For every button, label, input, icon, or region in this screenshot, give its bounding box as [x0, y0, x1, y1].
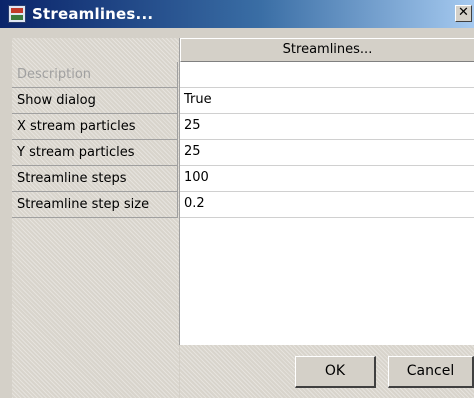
property-row-streamline-steps[interactable]: Streamline steps 100 [12, 166, 474, 192]
cancel-button[interactable]: Cancel [388, 356, 474, 388]
property-value-field[interactable]: 100 [180, 166, 474, 192]
property-value-field[interactable]: 25 [180, 140, 474, 166]
property-label: Description [12, 62, 178, 88]
property-value-field[interactable]: 25 [180, 114, 474, 140]
property-row-x-stream-particles[interactable]: X stream particles 25 [12, 114, 474, 140]
property-label: Y stream particles [12, 140, 178, 166]
property-value-field[interactable]: True [180, 88, 474, 114]
property-value-field[interactable]: 0.2 [180, 192, 474, 218]
property-label: Streamline steps [12, 166, 178, 192]
property-row-y-stream-particles[interactable]: Y stream particles 25 [12, 140, 474, 166]
app-icon [8, 5, 26, 23]
close-icon[interactable]: ✕ [455, 5, 472, 22]
title-bar[interactable]: Streamlines... ✕ [0, 0, 474, 28]
property-label: Show dialog [12, 88, 178, 114]
property-value-field[interactable] [180, 62, 474, 88]
property-row-show-dialog[interactable]: Show dialog True [12, 88, 474, 114]
streamlines-dialog: Streamlines... ✕ Streamlines... Descript… [0, 0, 474, 398]
window-title: Streamlines... [32, 5, 154, 23]
ok-button[interactable]: OK [295, 356, 376, 388]
property-row-streamline-step-size[interactable]: Streamline step size 0.2 [12, 192, 474, 218]
property-label: Streamline step size [12, 192, 178, 218]
property-row-description[interactable]: Description [12, 62, 474, 88]
property-grid-header: Streamlines... [180, 38, 474, 62]
property-label: X stream particles [12, 114, 178, 140]
property-grid: Streamlines... Description Show dialog T… [12, 38, 474, 398]
